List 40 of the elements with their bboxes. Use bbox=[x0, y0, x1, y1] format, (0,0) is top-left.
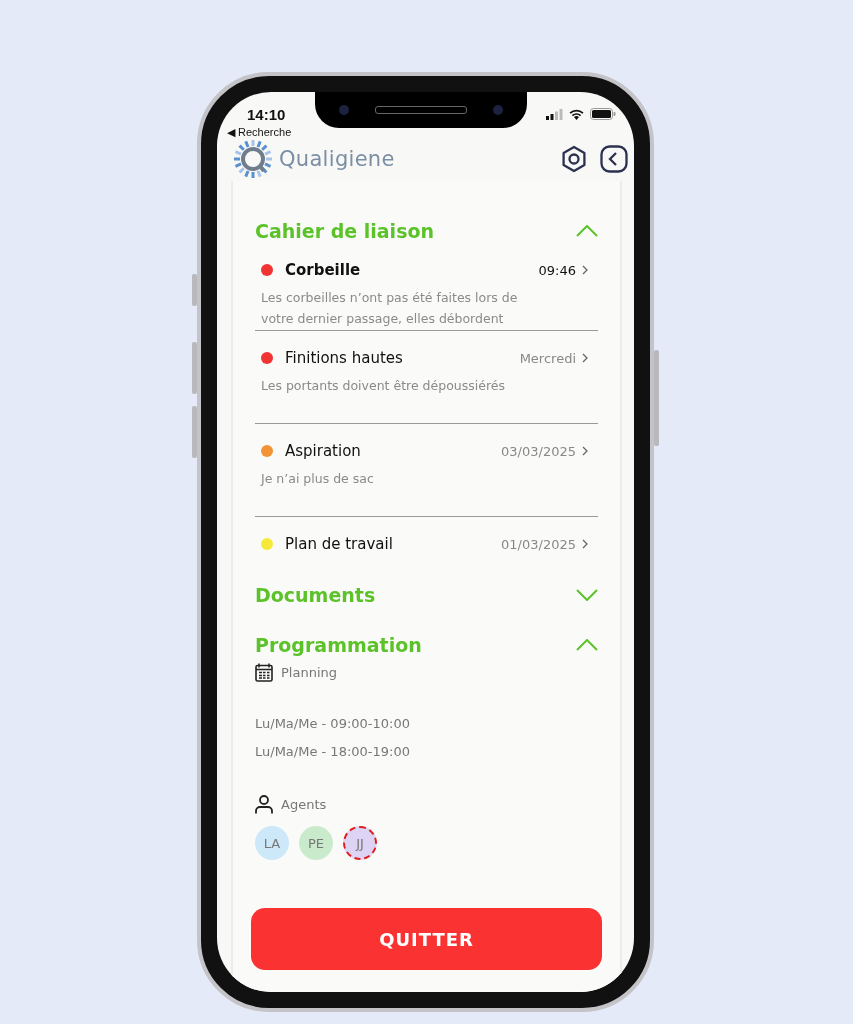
back-button[interactable] bbox=[600, 145, 628, 173]
message-time: Mercredi bbox=[519, 350, 576, 366]
message-title[interactable]: Finitions hautes bbox=[285, 349, 520, 367]
schedule-slot: Lu/Ma/Me - 18:00-19:00 bbox=[255, 744, 598, 759]
wifi-icon bbox=[569, 108, 584, 120]
signal-icon bbox=[546, 108, 563, 120]
chevron-right-icon bbox=[582, 539, 588, 549]
chevron-right-icon bbox=[582, 446, 588, 456]
brand-name: Qualigiene bbox=[279, 147, 395, 171]
quit-button[interactable]: QUITTER bbox=[251, 908, 602, 970]
message-text: Je n’ai plus de sac bbox=[261, 470, 375, 488]
status-time: 14:10 bbox=[247, 105, 286, 123]
section-header[interactable]: Cahier de liaison bbox=[255, 215, 598, 247]
chevron-down-icon bbox=[576, 589, 598, 601]
message-time: 03/03/2025 bbox=[501, 443, 576, 459]
message-time: 01/03/2025 bbox=[501, 536, 576, 552]
agent-avatar[interactable]: JJ bbox=[343, 826, 377, 860]
chevron-right-icon bbox=[582, 353, 588, 363]
message-time: 09:46 bbox=[538, 262, 576, 278]
agent-avatar[interactable]: LA bbox=[255, 826, 289, 860]
section-header[interactable]: Documents bbox=[255, 579, 598, 611]
message-text: Les portants doivent être dépoussiérés bbox=[261, 377, 506, 395]
back-to-app-link[interactable]: ◀ Recherche bbox=[217, 126, 634, 139]
section-header[interactable]: Programmation bbox=[255, 629, 598, 661]
message-title[interactable]: Aspiration bbox=[285, 442, 502, 460]
chevron-up-icon bbox=[576, 639, 598, 651]
agents-label: Agents bbox=[281, 797, 327, 812]
message-text: Les corbeilles n’ont pas été faites lors de votre dernier passage, elles débordent bbox=[261, 289, 519, 328]
message-title[interactable]: Corbeille bbox=[285, 261, 539, 279]
calendar-icon bbox=[255, 663, 273, 682]
chevron-right-icon bbox=[582, 265, 588, 275]
message-title[interactable]: Plan de travail bbox=[285, 535, 502, 553]
logo-icon bbox=[233, 139, 273, 179]
agent-avatar[interactable]: PE bbox=[299, 826, 333, 860]
settings-button[interactable] bbox=[560, 145, 588, 173]
schedule-slot: Lu/Ma/Me - 09:00-10:00 bbox=[255, 716, 598, 731]
planning-label: Planning bbox=[281, 665, 337, 680]
chevron-up-icon bbox=[576, 225, 598, 237]
person-icon bbox=[255, 795, 273, 814]
battery-icon bbox=[590, 108, 616, 120]
